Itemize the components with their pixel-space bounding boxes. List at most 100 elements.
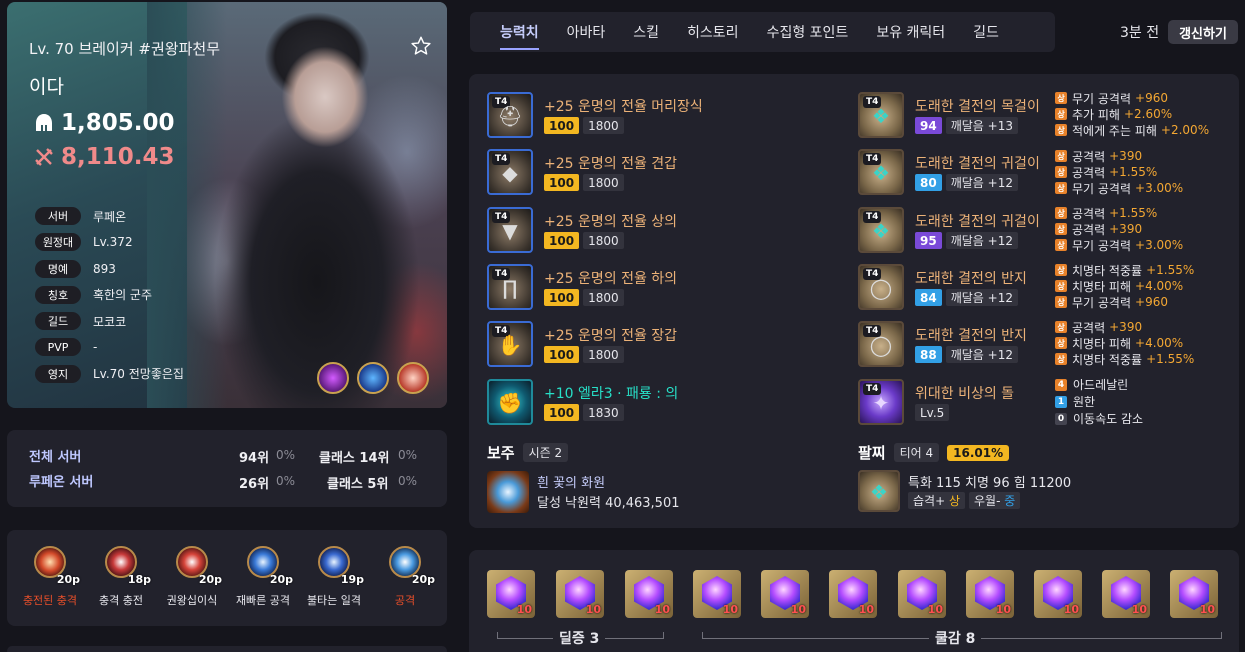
tab-characters[interactable]: 보유 캐릭터 — [862, 12, 959, 52]
ring-icon: T4 ◯ — [858, 321, 904, 367]
ranking-panel: 전체 서버 94위 0% 클래스 14위 0% 루페온 서버 26위 0% 클래… — [7, 430, 447, 507]
armor-item-chest[interactable]: T4 ▼ +25 운명의 전율 상의 100 1800 — [487, 207, 817, 255]
gem-icon[interactable]: 10 — [829, 570, 877, 618]
engraving-item[interactable]: 19p 불타는 일격 — [301, 546, 367, 608]
tab-history[interactable]: 히스토리 — [673, 12, 753, 52]
combat-power-value: 8,110.43 — [61, 144, 175, 170]
gem-icon[interactable]: 10 — [761, 570, 809, 618]
accessory-bonus-list: 상 공격력 +390 상 치명타 피해 +4.00% 상 치명타 적중률 +1.55% — [1055, 319, 1194, 367]
gem-icon[interactable]: 10 — [487, 570, 535, 618]
rank-total-value: 94위 — [239, 451, 270, 466]
character-info-list: 서버 루페온 원정대 Lv.372 명예 893 칭호 혹한의 군주 길드 모코코 PVP… — [35, 206, 184, 390]
crescent-icon: 19p — [318, 546, 364, 586]
item-level-value: 1,805.00 — [61, 110, 175, 136]
pants-icon: T4 ∏ — [487, 264, 533, 310]
necklace-icon: T4 ❖ — [858, 92, 904, 138]
last-updated: 3분 전 — [1120, 25, 1160, 41]
ability-stone[interactable]: T4 ✦ 위대한 비상의 돌 Lv.5 — [858, 379, 1048, 427]
shoulder-icon: T4 ◆ — [487, 149, 533, 195]
gems-panel: 10 10 10 10 10 10 10 10 10 10 10 딜증 3 쿨감… — [469, 550, 1239, 652]
moon-icon: 18p — [105, 546, 151, 586]
engraving-item[interactable]: 20p 공격 — [372, 546, 438, 608]
rank-total-pct: 0% — [276, 448, 296, 462]
info-row-estate: 영지 Lv.70 전망좋은집 — [35, 364, 184, 384]
armor-item-gloves[interactable]: T4 ✋ +25 운명의 전율 장갑 100 1800 — [487, 321, 817, 369]
rank-total-class: 클래스 14위 — [319, 451, 390, 466]
stone-icon: T4 ✦ — [858, 379, 904, 425]
chest-icon: T4 ▼ — [487, 207, 533, 253]
burst-icon: 20p — [389, 546, 435, 586]
jewel-section-title: 보주 시즌 2 — [487, 442, 569, 463]
gem-icon[interactable]: 10 — [625, 570, 673, 618]
earring-icon: T4 ❖ — [858, 149, 904, 195]
gem-icon[interactable]: 10 — [966, 570, 1014, 618]
armor-item-pants[interactable]: T4 ∏ +25 운명의 전율 하의 100 1800 — [487, 264, 817, 312]
bracelet-section-title: 팔찌 티어 4 16.01% — [858, 442, 1010, 463]
tab-skills[interactable]: 스킬 — [619, 12, 673, 52]
stone-engraving-list: 4 아드레날린 1 원한 0 이동속도 감소 — [1055, 376, 1143, 427]
crossed-swords-icon — [35, 148, 53, 166]
emblem-blue-icon[interactable] — [357, 362, 389, 394]
info-row-expedition: 원정대 Lv.372 — [35, 232, 184, 252]
equipment-panel: T4 ⛑ +25 운명의 전율 머리장식 100 1800 T4 ◆ +25 운명의 … — [469, 74, 1239, 528]
orb-icon — [487, 471, 529, 513]
gem-icon[interactable]: 10 — [556, 570, 604, 618]
helmet-icon: T4 ⛑ — [487, 92, 533, 138]
favorite-star-icon[interactable] — [410, 35, 432, 57]
gem-icon[interactable]: 10 — [693, 570, 741, 618]
info-row-pvp: PVP - — [35, 337, 184, 357]
engraving-item[interactable]: 20p 재빠른 공격 — [230, 546, 296, 608]
rank-server-label: 루페온 서버 — [29, 475, 94, 490]
refresh-button[interactable]: 갱신하기 — [1168, 20, 1238, 44]
tab-avatar[interactable]: 아바타 — [553, 12, 620, 52]
accessory-bonus-list: 상 치명타 적중률 +1.55% 상 치명타 피해 +4.00% 상 무기 공격력 +960 — [1055, 262, 1194, 310]
weapon-item[interactable]: ✊ +10 엘라3 · 패룡 : 의 100 1830 — [487, 379, 817, 427]
gem-icon[interactable]: 10 — [1170, 570, 1218, 618]
character-name: 이다 — [29, 76, 64, 98]
tab-stats[interactable]: 능력치 — [486, 12, 553, 52]
gem-icon[interactable]: 10 — [1034, 570, 1082, 618]
info-row-honor: 명예 893 — [35, 259, 184, 279]
engraving-item[interactable]: 20p 권왕십이식 — [159, 546, 225, 608]
character-profile-card: Lv. 70 브레이커 #권왕파천무 이다 1,805.00 8,110.43 … — [7, 2, 447, 408]
info-row-server: 서버 루페온 — [35, 206, 184, 226]
gem-group-cooldown-label: 쿨감 8 — [929, 628, 982, 648]
earring-icon: T4 ❖ — [858, 207, 904, 253]
accessory-bonus-list: 상 무기 공격력 +960 상 추가 피해 +2.60% 상 적에게 주는 피해 +2.00… — [1055, 90, 1209, 138]
sun-icon: 20p — [247, 546, 293, 586]
tab-guild[interactable]: 길드 — [959, 12, 1013, 52]
engravings-panel: 20p 충전된 충격 18p 충격 충전 20p 권왕십이식 20p 재빠른 공… — [7, 530, 447, 626]
accessory-bonus-list: 상 공격력 +390 상 공격력 +1.55% 상 무기 공격력 +3.00% — [1055, 148, 1183, 196]
jewel-item[interactable]: 흰 꽃의 화원 달성 낙원력 40,463,501 — [487, 471, 817, 519]
info-row-title: 칭호 혹한의 군주 — [35, 285, 184, 305]
level-class-label: Lv. 70 브레이커 #권왕파천무 — [29, 40, 220, 58]
emblem-purple-icon[interactable] — [317, 362, 349, 394]
gauntlet-icon: ✊ — [487, 379, 533, 425]
spark-icon: 20p — [34, 546, 80, 586]
gem-icon[interactable]: 10 — [1102, 570, 1150, 618]
emblem-red-icon[interactable] — [397, 362, 429, 394]
engraving-item[interactable]: 20p 충전된 충격 — [17, 546, 83, 608]
helmet-icon — [36, 114, 52, 131]
emblem-list — [317, 362, 429, 394]
rank-server-value: 26위 — [239, 477, 270, 492]
gloves-icon: T4 ✋ — [487, 321, 533, 367]
rank-server-class-pct: 0% — [398, 474, 418, 488]
star-icon: 20p — [176, 546, 222, 586]
armor-item-head[interactable]: T4 ⛑ +25 운명의 전율 머리장식 100 1800 — [487, 92, 817, 140]
bracelet-item[interactable]: ❖ 특화 115 치명 96 힘 11200 습격+ 상 우월- 중 — [858, 470, 1228, 518]
ring-icon: T4 ◯ — [858, 264, 904, 310]
combat-power: 8,110.43 — [35, 144, 175, 170]
armor-item-shoulder[interactable]: T4 ◆ +25 운명의 전율 견갑 100 1800 — [487, 149, 817, 197]
rank-server-pct: 0% — [276, 474, 296, 488]
bracelet-icon: ❖ — [858, 470, 900, 512]
tab-collectibles[interactable]: 수집형 포인트 — [753, 12, 863, 52]
engraving-item[interactable]: 18p 충격 충전 — [88, 546, 154, 608]
rank-total-class-pct: 0% — [398, 448, 418, 462]
accessory-bonus-list: 상 공격력 +1.55% 상 공격력 +390 상 무기 공격력 +3.00% — [1055, 205, 1183, 253]
rank-server-class: 클래스 5위 — [327, 477, 389, 492]
gem-icon[interactable]: 10 — [898, 570, 946, 618]
tab-bar: 능력치 아바타 스킬 히스토리 수집형 포인트 보유 캐릭터 길드 — [470, 12, 1055, 52]
info-row-guild: 길드 모코코 — [35, 311, 184, 331]
rank-total-label: 전체 서버 — [29, 450, 82, 465]
